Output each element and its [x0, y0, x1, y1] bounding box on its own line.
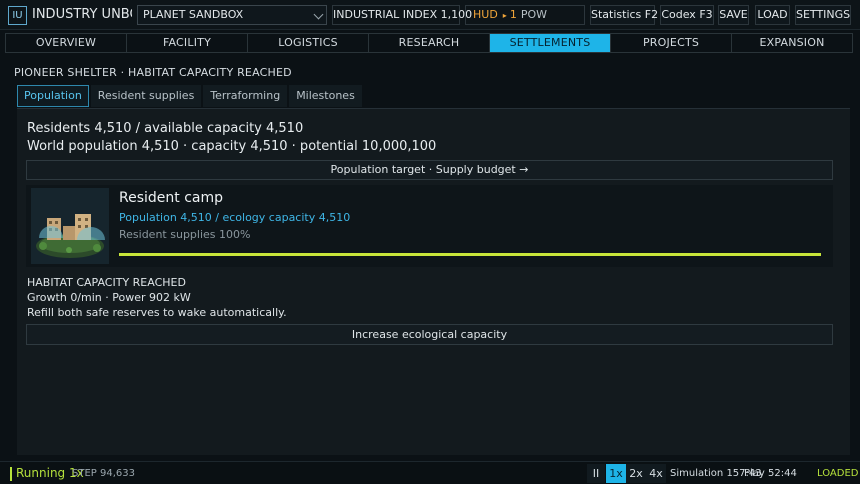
world-population-line: World population 4,510 · capacity 4,510 … — [27, 139, 437, 154]
resident-camp-card: Resident camp Population 4,510 / ecology… — [26, 185, 833, 267]
capacity-heading: HABITAT CAPACITY REACHED — [27, 276, 186, 289]
tab-overview[interactable]: OVERVIEW — [6, 34, 127, 52]
load-button[interactable]: LOAD — [755, 5, 790, 25]
growth-power-line: Growth 0/min · Power 902 kW — [27, 291, 191, 304]
app-title: INDUSTRY UNBOUND — [32, 7, 132, 22]
planet-select-value: PLANET SANDBOX — [143, 8, 244, 21]
speed-2x-button[interactable]: 2x — [626, 464, 646, 483]
loaded-status: LOADED — [817, 468, 859, 479]
hud-label: HUD — [473, 8, 498, 21]
industrial-index: INDUSTRIAL INDEX 1,100 — [332, 5, 472, 25]
supplies-progress-bar — [119, 253, 821, 256]
chevron-down-icon — [313, 9, 324, 20]
population-target-button[interactable]: Population target · Supply budget → — [26, 160, 833, 180]
tab-logistics[interactable]: LOGISTICS — [248, 34, 369, 52]
hud-count: 1 — [509, 8, 517, 21]
section-title: PIONEER SHELTER · HABITAT CAPACITY REACH… — [14, 66, 292, 79]
subtab-milestones[interactable]: Milestones — [289, 85, 362, 107]
subtab-population[interactable]: Population — [17, 85, 89, 107]
tab-projects[interactable]: PROJECTS — [611, 34, 732, 52]
hud-pow: POW — [520, 8, 547, 21]
subtab-terraforming[interactable]: Terraforming — [203, 85, 288, 107]
tab-expansion[interactable]: EXPANSION — [732, 34, 852, 52]
pause-button[interactable]: II — [587, 464, 605, 483]
resident-camp-title: Resident camp — [119, 190, 224, 206]
subtab-resident-supplies[interactable]: Resident supplies — [90, 85, 202, 107]
tab-settlements[interactable]: SETTLEMENTS — [490, 34, 611, 52]
save-button[interactable]: SAVE — [718, 5, 749, 25]
tab-facility[interactable]: FACILITY — [127, 34, 248, 52]
camp-population-line: Population 4,510 / ecology capacity 4,51… — [119, 211, 351, 224]
main-nav: OVERVIEW FACILITY LOGISTICS RESEARCH SET… — [5, 33, 853, 53]
resident-camp-image — [31, 188, 109, 264]
settings-button[interactable]: SETTINGS — [795, 5, 851, 25]
running-indicator — [10, 467, 12, 481]
camp-supplies-line: Resident supplies 100% — [119, 228, 251, 241]
refill-hint: Refill both safe reserves to wake automa… — [27, 306, 287, 319]
hud-arrow-icon: ▸ — [502, 11, 507, 20]
tab-research[interactable]: RESEARCH — [369, 34, 490, 52]
residents-line: Residents 4,510 / available capacity 4,5… — [27, 121, 304, 136]
settlement-subtabs: Population Resident supplies Terraformin… — [17, 85, 364, 107]
step-counter: STEP 94,633 — [72, 468, 135, 479]
speed-4x-button[interactable]: 4x — [646, 464, 666, 483]
codex-button[interactable]: Codex F3 — [660, 5, 714, 25]
increase-capacity-button[interactable]: Increase ecological capacity — [26, 324, 833, 345]
play-time: Play 52:44 — [744, 468, 797, 479]
hud-toggle[interactable]: HUD ▸ 1 POW — [465, 5, 585, 25]
top-bar: IU INDUSTRY UNBOUND PLANET SANDBOX INDUS… — [0, 0, 860, 30]
supplies-progress-fill — [119, 253, 821, 256]
planet-select[interactable]: PLANET SANDBOX — [137, 5, 327, 25]
app-logo: IU — [8, 6, 27, 25]
population-panel: Residents 4,510 / available capacity 4,5… — [17, 108, 850, 455]
status-bar: Running 1x STEP 94,633 II 1x 2x 4x Simul… — [0, 461, 860, 484]
speed-1x-button[interactable]: 1x — [606, 464, 626, 483]
statistics-button[interactable]: Statistics F2 — [590, 5, 658, 25]
